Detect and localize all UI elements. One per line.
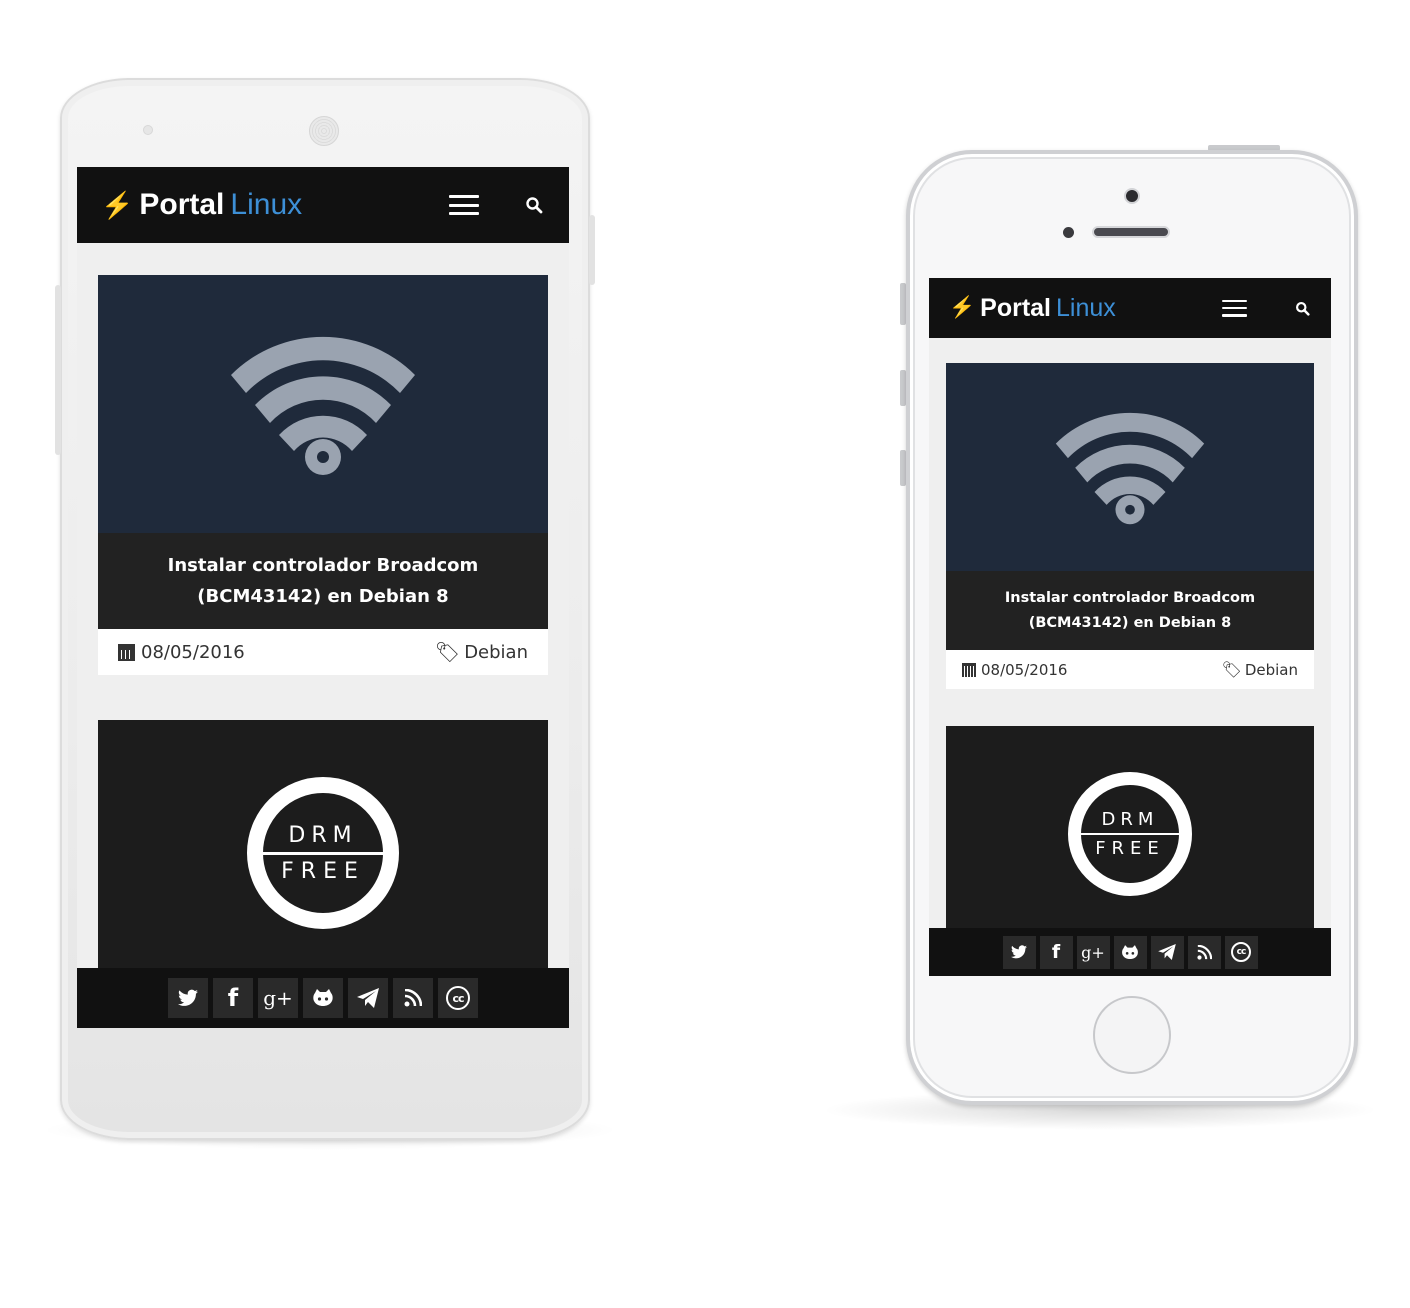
post-tag-text: Debian xyxy=(1244,660,1298,679)
wifi-icon xyxy=(98,275,548,533)
site-header: ⚡ Portal Linux xyxy=(77,167,569,243)
twitter-icon[interactable] xyxy=(1002,935,1036,969)
post-title[interactable]: Instalar controlador Broadcom (BCM43142)… xyxy=(946,571,1314,650)
logo-word-portal: Portal xyxy=(980,293,1052,322)
telegram-icon[interactable] xyxy=(1150,935,1184,969)
drm-text: DRM xyxy=(288,822,358,848)
post-date-text: 08/05/2016 xyxy=(981,660,1068,679)
creative-commons-icon[interactable]: cc xyxy=(438,978,478,1018)
side-button xyxy=(55,285,61,455)
post-date: 08/05/2016 xyxy=(962,661,1067,679)
tag-icon: 🏷 xyxy=(1221,660,1242,679)
speaker-grille xyxy=(309,116,339,146)
wifi-icon xyxy=(946,363,1314,571)
proximity-sensor xyxy=(143,125,153,135)
social-bar: f g+ cc xyxy=(77,968,569,1028)
github-icon[interactable] xyxy=(1113,935,1147,969)
google-plus-icon[interactable]: g+ xyxy=(258,978,298,1018)
post-title[interactable]: Instalar controlador Broadcom (BCM43142)… xyxy=(98,533,548,629)
post-tag[interactable]: 🏷 Debian xyxy=(1222,660,1298,679)
facebook-icon[interactable]: f xyxy=(1039,935,1073,969)
drm-divider xyxy=(1081,832,1179,836)
header-actions xyxy=(1222,299,1311,317)
side-button xyxy=(589,215,595,285)
bolt-icon: ⚡ xyxy=(101,189,134,220)
drm-free-logo: DRM FREE xyxy=(946,726,1314,936)
drm-free-badge: DRM FREE xyxy=(247,777,399,929)
free-text: FREE xyxy=(1095,838,1165,860)
post-meta: 08/05/2016 🏷 Debian xyxy=(98,629,548,675)
drm-divider xyxy=(263,851,383,855)
proximity-sensor xyxy=(1063,227,1074,238)
facebook-icon[interactable]: f xyxy=(213,978,253,1018)
iphone-screen: ⚡ Portal Linux Instalar controlador Broa… xyxy=(929,278,1331,976)
rss-icon[interactable] xyxy=(393,978,433,1018)
header-actions xyxy=(449,194,545,216)
home-button[interactable] xyxy=(1093,996,1171,1074)
post-card[interactable]: DRM FREE xyxy=(98,720,548,980)
devices-mockup: ⚡ Portal Linux Instalar controlador Broa… xyxy=(0,0,1410,1308)
android-screen: ⚡ Portal Linux Instalar controlador Broa… xyxy=(77,167,569,1028)
post-card[interactable]: DRM FREE xyxy=(946,726,1314,936)
post-card[interactable]: Instalar controlador Broadcom (BCM43142)… xyxy=(946,363,1314,689)
post-date: 08/05/2016 xyxy=(118,642,245,663)
post-meta: 08/05/2016 🏷 Debian xyxy=(946,650,1314,689)
free-text: FREE xyxy=(281,858,365,884)
logo-word-portal: Portal xyxy=(139,188,225,221)
logo-word-linux: Linux xyxy=(1056,293,1116,322)
rss-icon[interactable] xyxy=(1187,935,1221,969)
search-icon[interactable] xyxy=(523,194,545,216)
drm-free-badge: DRM FREE xyxy=(1068,772,1192,896)
calendar-icon xyxy=(118,643,135,661)
tag-icon: 🏷 xyxy=(434,640,461,664)
site-logo[interactable]: ⚡ Portal Linux xyxy=(949,294,1116,323)
google-plus-icon[interactable]: g+ xyxy=(1076,935,1110,969)
front-camera xyxy=(1124,188,1140,204)
creative-commons-icon[interactable]: cc xyxy=(1224,935,1258,969)
earpiece-speaker xyxy=(1092,226,1170,238)
hamburger-menu-icon[interactable] xyxy=(449,195,479,215)
post-tag-text: Debian xyxy=(464,641,528,663)
drm-text: DRM xyxy=(1101,808,1159,830)
social-bar: f g+ cc xyxy=(929,928,1331,976)
site-logo[interactable]: ⚡ Portal Linux xyxy=(101,188,302,222)
twitter-icon[interactable] xyxy=(168,978,208,1018)
drm-free-logo: DRM FREE xyxy=(98,720,548,980)
github-icon[interactable] xyxy=(303,978,343,1018)
post-card[interactable]: Instalar controlador Broadcom (BCM43142)… xyxy=(98,275,548,675)
post-date-text: 08/05/2016 xyxy=(141,641,245,663)
post-tag[interactable]: 🏷 Debian xyxy=(435,640,528,664)
calendar-icon xyxy=(962,662,976,677)
bolt-icon: ⚡ xyxy=(949,296,976,319)
hamburger-menu-icon[interactable] xyxy=(1222,299,1247,317)
telegram-icon[interactable] xyxy=(348,978,388,1018)
logo-word-linux: Linux xyxy=(230,188,303,221)
site-header: ⚡ Portal Linux xyxy=(929,278,1331,338)
search-icon[interactable] xyxy=(1293,299,1311,317)
